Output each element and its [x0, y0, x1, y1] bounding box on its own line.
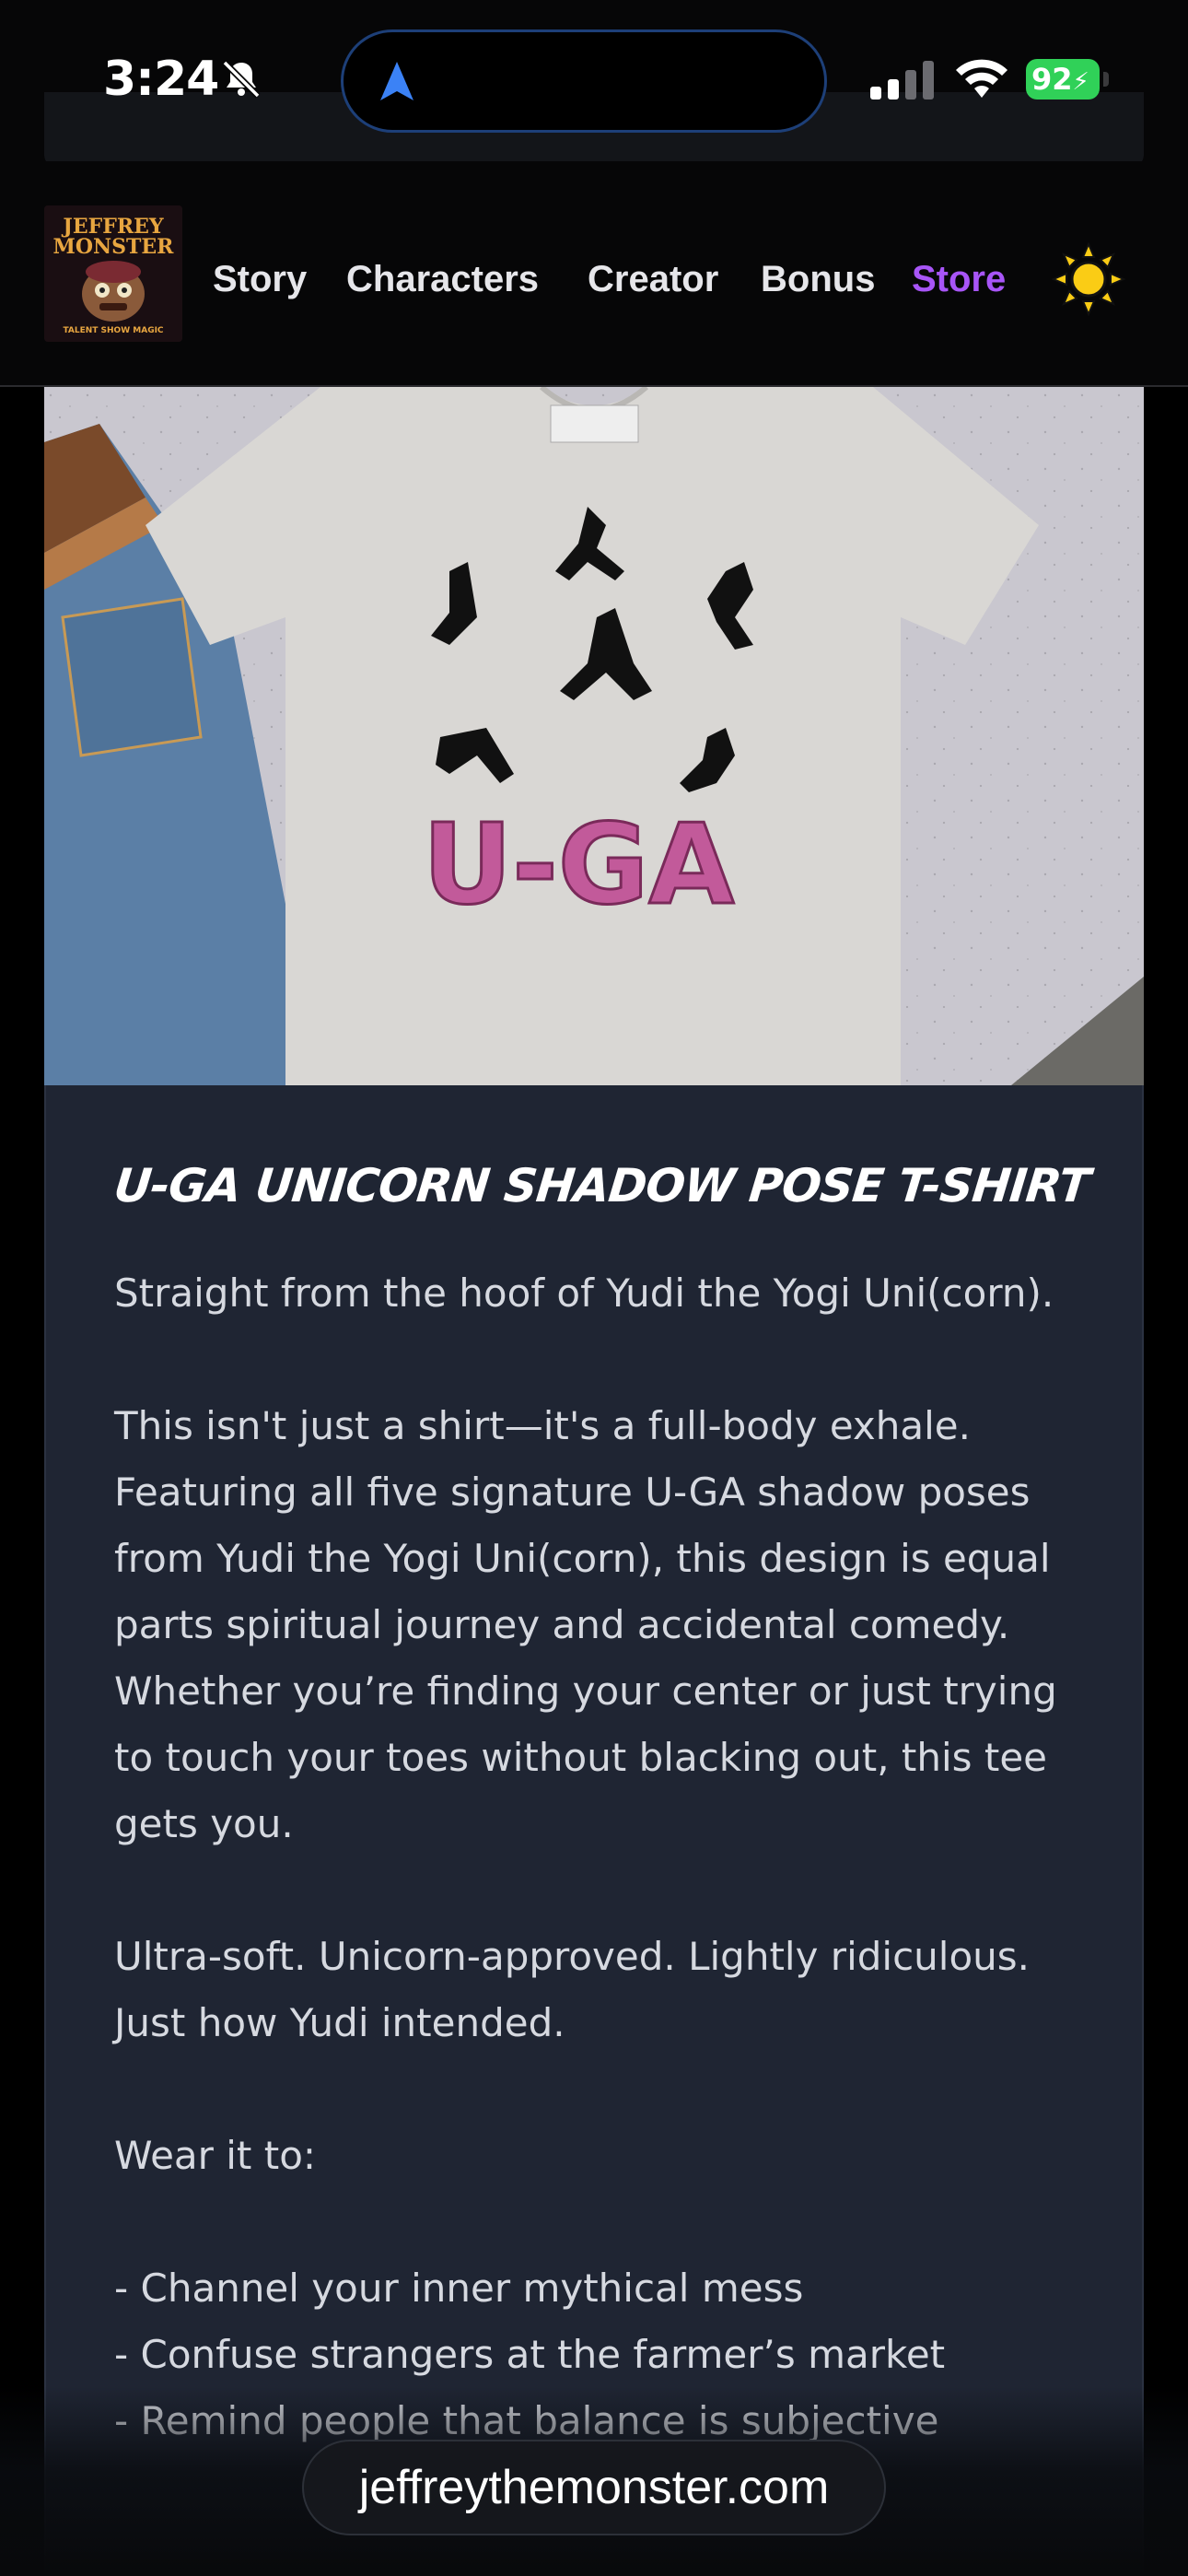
tshirt-photo: U-GA [44, 387, 1144, 1085]
bell-slash-icon [222, 60, 261, 99]
site-logo[interactable]: JEFFREY MONSTER TALENT SHOW MAGIC [44, 205, 182, 342]
product-title: U-GA UNICORN SHADOW POSE T-SHIRT [111, 1159, 1092, 1212]
nav-characters[interactable]: Characters [346, 252, 539, 307]
site-header: JEFFREY MONSTER TALENT SHOW MAGIC Story … [0, 161, 1188, 387]
logo-image: JEFFREY MONSTER TALENT SHOW MAGIC [44, 205, 182, 342]
nav-story[interactable]: Story [213, 252, 307, 307]
dynamic-island [341, 29, 827, 133]
product-description: Straight from the hoof of Yudi the Yogi … [114, 1270, 1057, 2443]
cellular-signal-icon [870, 61, 934, 100]
svg-text:MONSTER: MONSTER [53, 235, 175, 259]
nav-bonus[interactable]: Bonus [761, 252, 875, 307]
navigation-arrow-icon [380, 62, 413, 100]
product-image[interactable]: U-GA [44, 387, 1144, 1085]
battery-indicator: 92⚡ [1026, 59, 1109, 100]
wifi-icon [956, 59, 1007, 98]
battery-level: 92⚡ [1026, 59, 1100, 100]
svg-text:TALENT SHOW MAGIC: TALENT SHOW MAGIC [63, 326, 163, 335]
sun-icon[interactable] [1052, 242, 1125, 316]
svg-text:U-GA: U-GA [423, 802, 735, 930]
url-bar[interactable]: jeffreythemonster.com [302, 2440, 886, 2535]
status-bar: 3:24 92⚡ [0, 0, 1188, 168]
nav-store[interactable]: Store [912, 252, 1006, 307]
status-time: 3:24 [103, 52, 219, 107]
product-card: U-GA UNICORN SHADOW POSE T-SHIRT Straigh… [44, 1085, 1144, 2576]
nav-creator[interactable]: Creator [588, 252, 718, 307]
